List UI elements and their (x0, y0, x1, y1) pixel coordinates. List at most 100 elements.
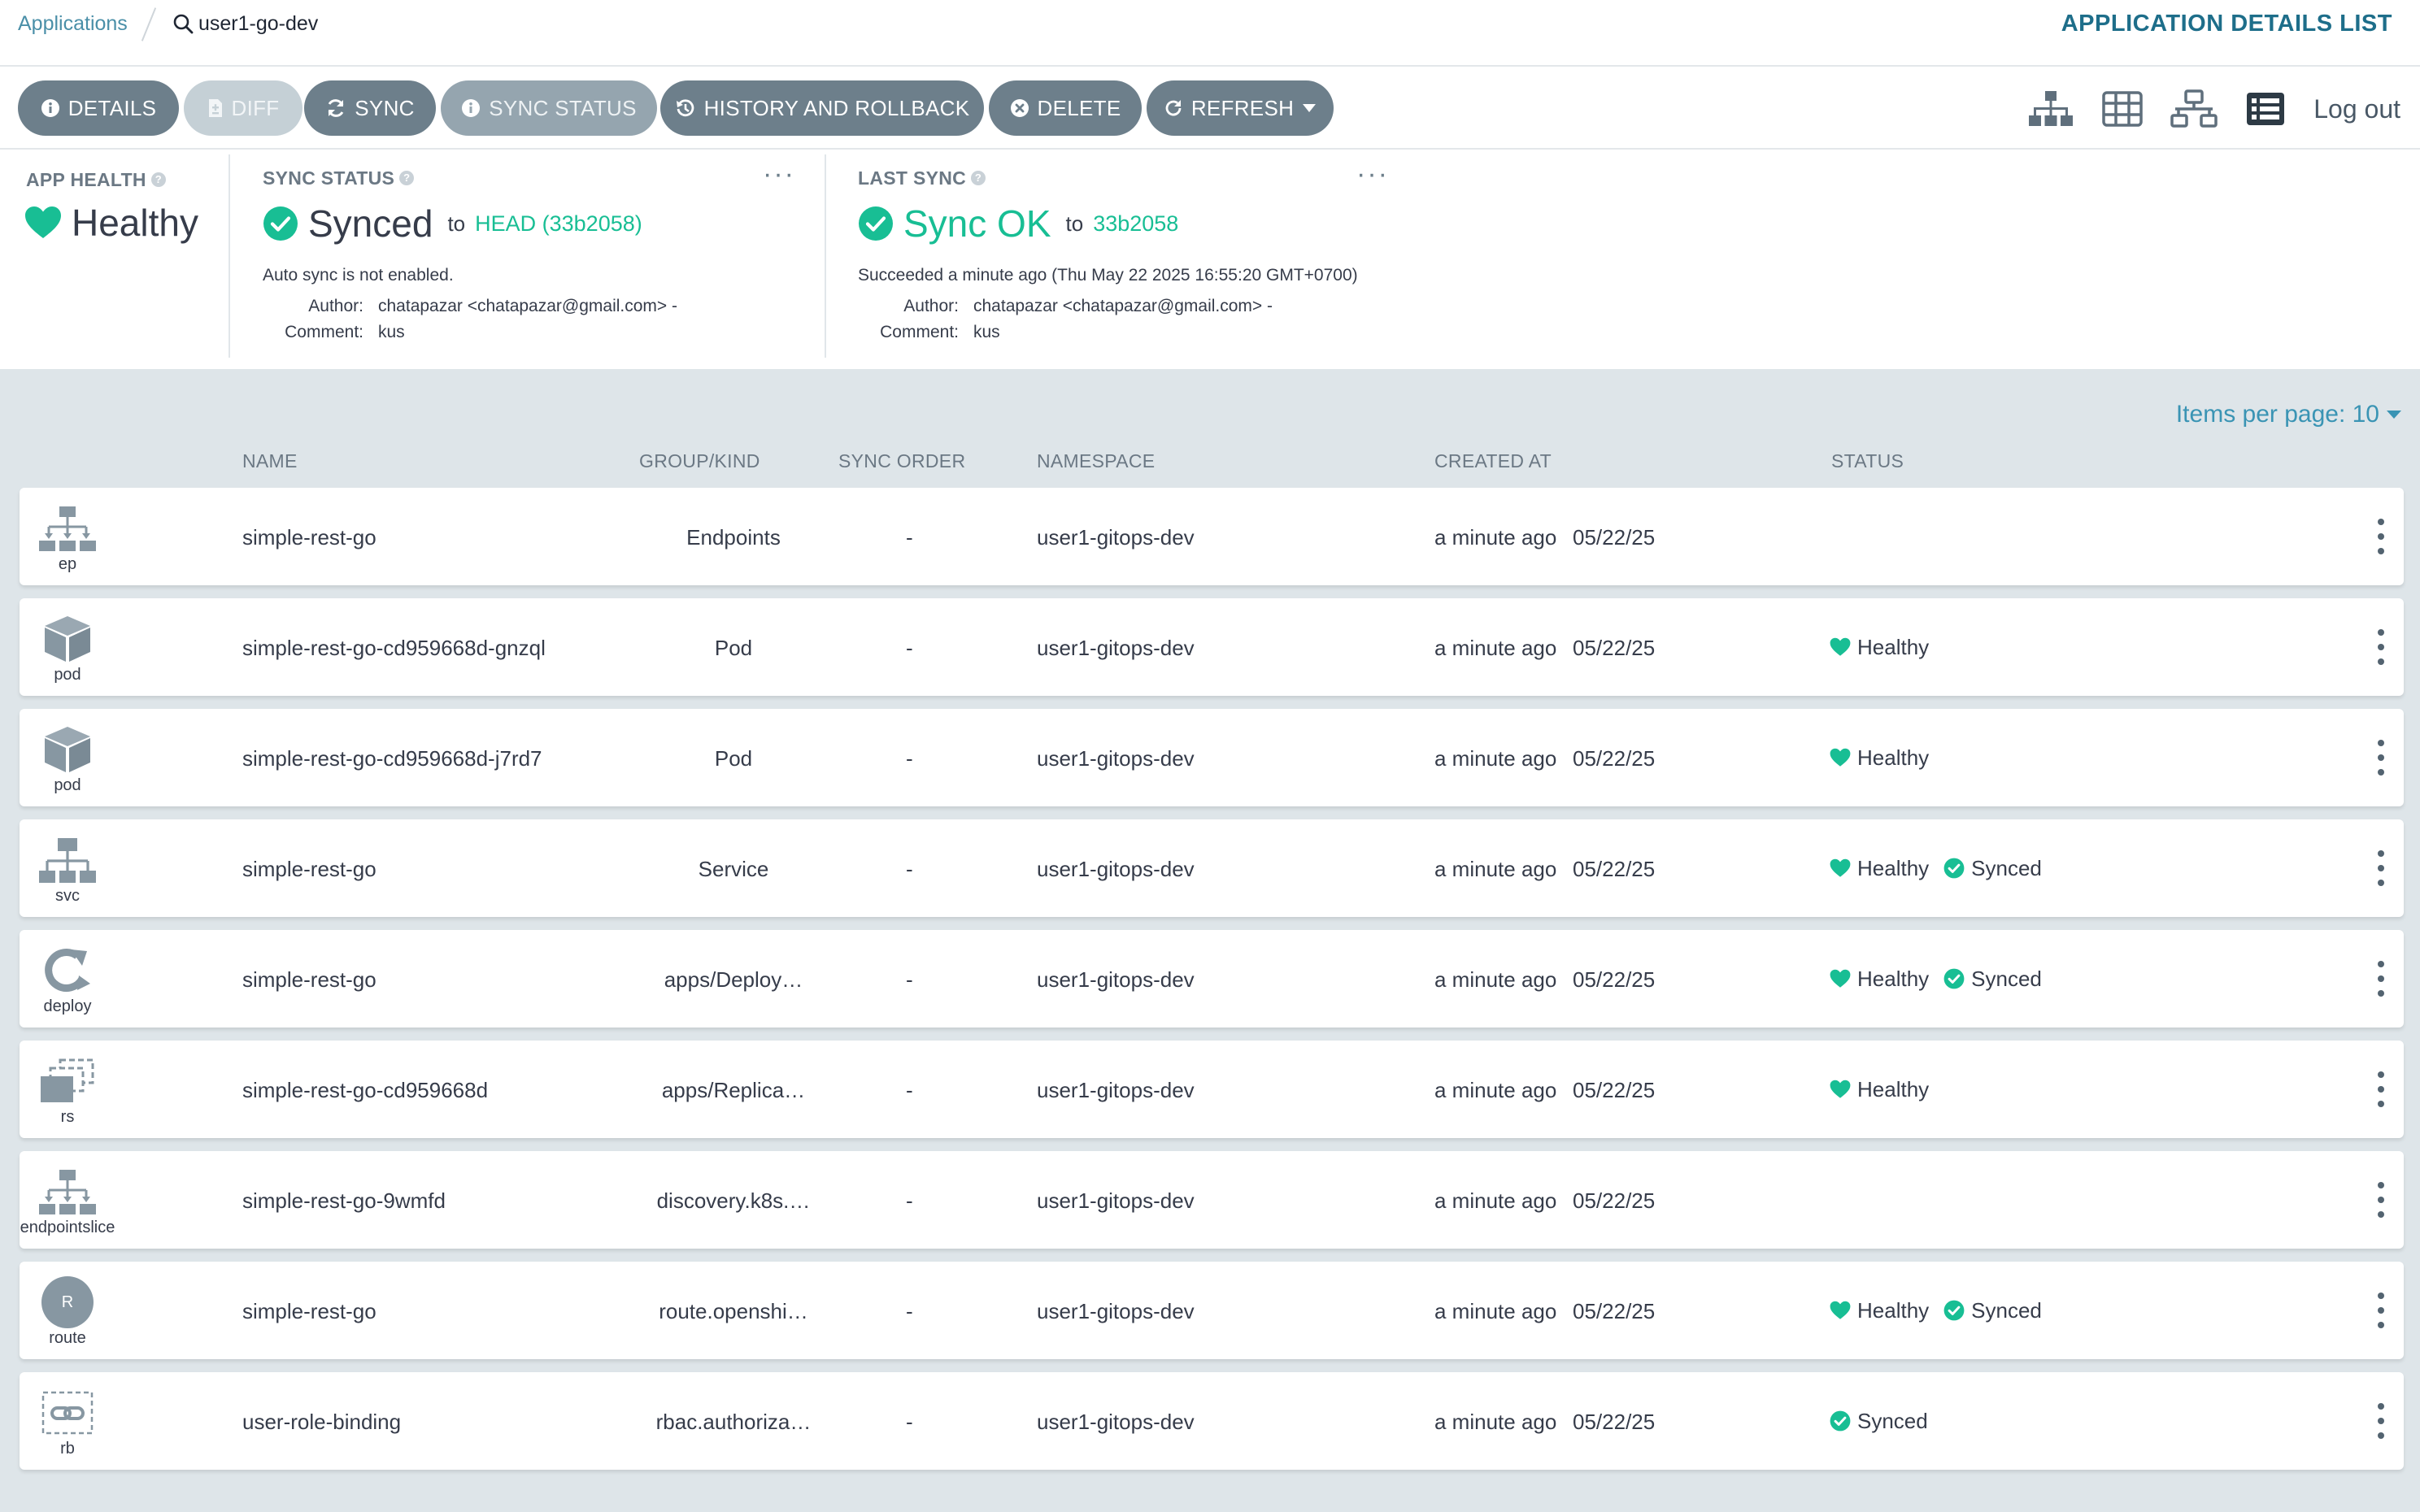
sync-text: Synced (1971, 1298, 2042, 1323)
resource-status: Healthy (1830, 743, 1935, 772)
items-per-page-select[interactable]: Items per page: 10 (2176, 398, 2402, 431)
row-menu-icon[interactable] (2374, 961, 2387, 997)
row-menu-icon[interactable] (2374, 850, 2387, 886)
table-row[interactable]: pod simple-rest-go-cd959668d-j7rd7 Pod -… (20, 709, 2404, 806)
resource-name[interactable]: simple-rest-go-cd959668d-gnzql (242, 634, 546, 662)
column-header-status[interactable]: STATUS (1831, 449, 1904, 473)
table-row[interactable]: endpointslice simple-rest-go-9wmfd disco… (20, 1151, 2404, 1249)
heart-icon (1830, 969, 1851, 988)
column-header-sync-order[interactable]: SYNC ORDER (838, 449, 965, 473)
grid-view-icon[interactable] (2099, 86, 2146, 132)
diff-button[interactable]: DIFF (184, 80, 302, 136)
sync-status-label: SYNC STATUS ? (263, 166, 415, 190)
table-row[interactable]: rb user-role-binding rbac.authoriza… - u… (20, 1372, 2404, 1470)
info-icon (41, 99, 59, 117)
heart-icon (1830, 1080, 1851, 1098)
resource-name[interactable]: simple-rest-go (242, 966, 376, 993)
health-status: Healthy (1830, 1075, 1929, 1104)
sync-status-value: Synced to HEAD (33b2058) (263, 201, 642, 246)
row-menu-icon[interactable] (2374, 519, 2387, 554)
resource-status: Healthy Synced (1830, 854, 2048, 883)
action-toolbar: DETAILS DIFF SYNC SYNC STATUS HISTORY AN… (0, 68, 2420, 150)
resource-sync-order: - (906, 857, 913, 881)
kind-label: ep (58, 555, 77, 573)
sync-status: Synced (1943, 964, 2042, 993)
resource-created-relative: a minute ago (1434, 636, 1557, 660)
sync-status-revision-link[interactable]: HEAD (33b2058) (475, 201, 642, 246)
row-menu-icon[interactable] (2374, 629, 2387, 665)
delete-button[interactable]: DELETE (989, 80, 1142, 136)
heart-icon (25, 206, 61, 238)
column-header-group-kind[interactable]: GROUP/KIND (639, 449, 760, 473)
row-menu-icon[interactable] (2374, 740, 2387, 776)
resource-group-kind: discovery.k8s.… (656, 1188, 811, 1213)
resource-name[interactable]: simple-rest-go-cd959668d-j7rd7 (242, 745, 542, 772)
auto-sync-note: Auto sync is not enabled. (263, 266, 454, 285)
sync-text: Synced (1971, 856, 2042, 880)
resource-group-kind: Endpoints (686, 525, 781, 550)
history-rollback-button[interactable]: HISTORY AND ROLLBACK (660, 80, 984, 136)
check-circle-icon (1943, 968, 1965, 989)
resource-name[interactable]: simple-rest-go-cd959668d (242, 1076, 488, 1104)
row-menu-icon[interactable] (2374, 1403, 2387, 1439)
file-diff-icon (208, 99, 222, 117)
check-circle-icon (263, 206, 298, 241)
health-status: Healthy (1830, 964, 1929, 993)
details-button[interactable]: DETAILS (18, 80, 179, 136)
health-status: Healthy (1830, 854, 1929, 883)
column-header-name[interactable]: NAME (242, 449, 298, 473)
tree-view-icon[interactable] (2027, 86, 2074, 132)
last-sync-revision-link[interactable]: 33b2058 (1093, 201, 1178, 246)
sync-status-button[interactable]: SYNC STATUS (441, 80, 657, 136)
last-sync-value: Sync OK to 33b2058 (858, 201, 1178, 246)
refresh-button[interactable]: REFRESH (1147, 80, 1334, 136)
sync-status-more-icon[interactable]: ··· (763, 160, 795, 188)
sync-status-label-text: SYNC STATUS (263, 167, 395, 189)
column-header-namespace[interactable]: NAMESPACE (1037, 449, 1155, 473)
table-row[interactable]: svc simple-rest-go Service - user1-gitop… (20, 819, 2404, 917)
row-menu-icon[interactable] (2374, 1071, 2387, 1107)
column-header-created-at[interactable]: CREATED AT (1434, 449, 1552, 473)
breadcrumb-app-search[interactable]: user1-go-dev (172, 10, 318, 37)
resource-name[interactable]: simple-rest-go-9wmfd (242, 1187, 446, 1214)
health-text: Healthy (1857, 856, 1930, 880)
sync-status-button-label: SYNC STATUS (489, 95, 637, 120)
last-sync-comment-row: Comment: kus (858, 319, 1000, 345)
delete-button-label: DELETE (1037, 95, 1121, 120)
help-icon[interactable]: ? (399, 171, 415, 185)
resource-created-date: 05/22/25 (1573, 636, 1656, 660)
resource-created-relative: a minute ago (1434, 1410, 1557, 1434)
route-icon: R (37, 1276, 98, 1328)
breadcrumb-applications-link[interactable]: Applications (18, 10, 128, 37)
sync-button[interactable]: SYNC (304, 80, 436, 136)
help-icon[interactable]: ? (971, 171, 986, 185)
network-view-icon[interactable] (2170, 86, 2218, 132)
table-row[interactable]: deploy simple-rest-go apps/Deploy… - use… (20, 930, 2404, 1028)
list-view-icon[interactable] (2242, 86, 2289, 132)
heart-icon (1830, 637, 1851, 656)
comment-value: kus (973, 323, 1000, 341)
last-sync-to: to (1065, 211, 1084, 236)
table-row[interactable]: rs simple-rest-go-cd959668d apps/Replica… (20, 1041, 2404, 1138)
logout-link[interactable]: Log out (2313, 94, 2400, 124)
health-text: Healthy (1857, 1077, 1930, 1101)
resource-list: Items per page: 10 NAME GROUP/KIND SYNC … (0, 369, 2420, 1512)
last-sync-more-icon[interactable]: ··· (1356, 160, 1389, 188)
help-icon[interactable]: ? (150, 172, 166, 187)
resource-name[interactable]: simple-rest-go (242, 855, 376, 883)
details-button-label: DETAILS (67, 95, 157, 120)
table-row[interactable]: pod simple-rest-go-cd959668d-gnzql Pod -… (20, 598, 2404, 696)
row-menu-icon[interactable] (2374, 1293, 2387, 1328)
resource-name[interactable]: user-role-binding (242, 1408, 401, 1436)
heart-icon (1830, 1301, 1851, 1319)
resource-name[interactable]: simple-rest-go (242, 524, 376, 551)
kind-label: pod (54, 666, 81, 684)
table-row[interactable]: R route simple-rest-go route.openshi… - … (20, 1262, 2404, 1359)
table-row[interactable]: ep simple-rest-go Endpoints - user1-gito… (20, 488, 2404, 585)
resource-created-relative: a minute ago (1434, 1188, 1557, 1213)
top-bar: Applications user1-go-dev APPLICATION DE… (0, 0, 2420, 67)
row-menu-icon[interactable] (2374, 1182, 2387, 1218)
deployment-icon (37, 946, 98, 995)
resource-group-kind: Pod (714, 636, 753, 660)
resource-name[interactable]: simple-rest-go (242, 1297, 376, 1325)
